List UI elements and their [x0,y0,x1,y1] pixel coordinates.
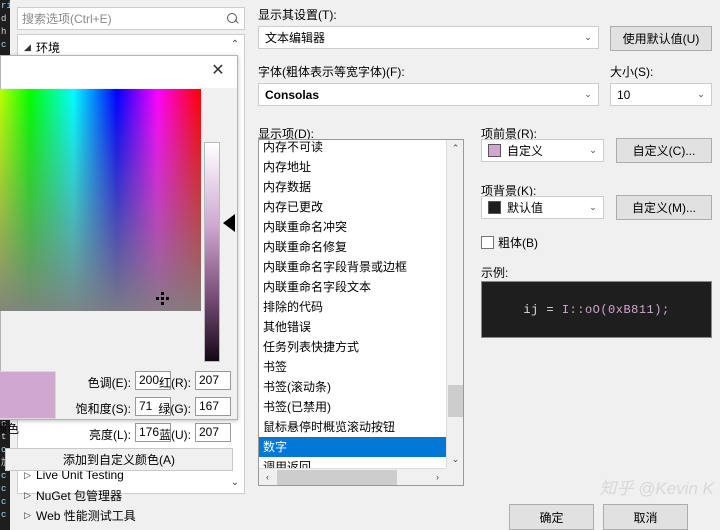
sample-code-highlight: I::oO(0xB811); [561,302,670,317]
tree-item-nuget-package-manager[interactable]: ▷ NuGet 包管理器 [18,485,244,505]
color-picker-titlebar [1,56,237,88]
foreground-color-swatch [488,144,501,157]
font-value: Consolas [265,87,320,102]
green-label: 绿(G): [158,402,191,416]
color-gradient-field[interactable] [0,89,201,311]
show-settings-label: 显示其设置(T): [258,8,337,22]
display-item-row[interactable]: 数字 [259,437,446,457]
cancel-button[interactable]: 取消 [603,504,688,530]
close-icon[interactable]: ✕ [207,61,229,83]
expander-icon: ▷ [24,509,31,520]
display-item-row[interactable]: 内联重命名字段文本 [259,277,446,297]
display-item-row[interactable]: 排除的代码 [259,297,446,317]
sample-preview: ij = I::oO(0xB811); [481,281,712,338]
display-item-row[interactable]: 内联重命名字段背景或边框 [259,257,446,277]
bold-checkbox-row[interactable]: 粗体(B) [481,234,538,251]
font-combo[interactable]: Consolas ⌄ [258,83,599,106]
sample-label: 示例: [481,266,509,280]
display-items-vertical-scrollbar[interactable]: ⌃ ⌄ [446,140,463,468]
blue-label: 蓝(U): [159,428,191,442]
green-input[interactable]: 167 [195,397,231,416]
chevron-down-icon: ⌄ [589,145,597,155]
color-partial-label: 颜色 [0,422,20,436]
size-value: 10 [617,87,631,102]
display-item-row[interactable]: 书签(已禁用) [259,397,446,417]
background-color-swatch [488,201,501,214]
ok-button[interactable]: 确定 [509,504,594,530]
display-item-row[interactable]: 内存不可读 [259,140,446,157]
expander-icon: ▷ [24,489,31,500]
tree-scroll-down-icon[interactable]: ⌄ [228,476,242,490]
chevron-down-icon: ⌄ [589,202,597,212]
red-label: 红(R): [159,376,191,390]
show-settings-value: 文本编辑器 [265,31,326,45]
bold-label: 粗体(B) [498,236,538,250]
display-items-list[interactable]: 内存不可读 内存地址 内存数据 内存已更改 内联重命名冲突 内联重命名修复 内联重命名字段背… [258,139,464,486]
tree-item-environment[interactable]: ◢ 环境 [18,37,244,57]
item-background-value: 默认值 [507,201,544,215]
bold-checkbox[interactable] [481,236,494,249]
vertical-scroll-thumb[interactable] [448,385,463,417]
color-preview-swatch [0,371,56,419]
sample-code: ij = I::oO(0xB811); [523,303,669,317]
expander-open-icon: ◢ [24,41,31,52]
item-background-combo[interactable]: 默认值 ⌄ [481,196,604,219]
display-item-row[interactable]: 其他错误 [259,317,446,337]
luminance-slider-thumb[interactable] [223,214,235,232]
add-to-custom-colors-button[interactable]: 添加到自定义颜色(A) [5,448,233,471]
display-item-row[interactable]: 任务列表快捷方式 [259,337,446,357]
item-foreground-value: 自定义 [507,144,544,158]
color-crosshair[interactable] [156,292,169,305]
display-item-row[interactable]: 鼠标悬停时概览滚动按钮 [259,417,446,437]
luminance-label: 亮度(L): [88,428,131,442]
chevron-down-icon: ⌄ [584,89,592,99]
horizontal-scroll-thumb[interactable] [277,470,397,485]
hue-label: 色调(E): [87,376,131,390]
tree-scroll-up-icon[interactable]: ⌃ [228,38,242,52]
scroll-down-icon[interactable]: ⌄ [447,451,463,468]
custom-background-button[interactable]: 自定义(M)... [616,195,712,220]
color-picker-dialog: ✕ 颜色 色调(E): 200 饱和度(S): 71 亮度(L): 176 红(… [0,55,238,471]
options-dialog: 搜索选项(Ctrl+E) ◢ 环境 ⌃ ▷ 性能工具 ▷ Live Unit T… [0,0,720,530]
tree-item-label: 环境 [36,40,61,55]
use-defaults-button[interactable]: 使用默认值(U) [610,26,712,51]
search-input[interactable]: 搜索选项(Ctrl+E) [17,7,245,30]
display-item-row[interactable]: 内存地址 [259,157,446,177]
custom-foreground-button[interactable]: 自定义(C)... [616,138,712,163]
display-item-row[interactable]: 内存已更改 [259,197,446,217]
display-items-inner: 内存不可读 内存地址 内存数据 内存已更改 内联重命名冲突 内联重命名修复 内联重命名字段背… [259,140,446,485]
display-item-row[interactable]: 内联重命名修复 [259,237,446,257]
chevron-down-icon: ⌄ [697,89,705,99]
display-item-row[interactable]: 内存数据 [259,177,446,197]
screen-root: ri d h c c t c 加 c c c c 搜索选项(Ctrl+E) ◢ … [0,0,720,530]
watermark: 知乎 @Kevin K [599,479,714,498]
chevron-down-icon: ⌄ [584,32,592,42]
search-placeholder: 搜索选项(Ctrl+E) [22,12,112,26]
display-items-horizontal-scrollbar[interactable]: ‹ › [259,468,446,485]
size-label: 大小(S): [610,65,654,79]
search-icon [226,12,240,26]
sample-code-default: ij = [523,302,562,317]
fonts-and-colors-panel: 显示其设置(T): 文本编辑器 ⌄ 使用默认值(U) 字体(粗体表示等宽字体)(… [253,0,720,530]
show-settings-combo[interactable]: 文本编辑器 ⌄ [258,26,599,49]
tree-item-web-performance-test-tools[interactable]: ▷ Web 性能测试工具 [18,505,244,525]
display-item-row[interactable]: 书签 [259,357,446,377]
blue-input[interactable]: 207 [195,423,231,442]
font-label: 字体(粗体表示等宽字体)(F): [258,65,405,79]
item-foreground-combo[interactable]: 自定义 ⌄ [481,139,604,162]
display-item-row[interactable]: 书签(滚动条) [259,377,446,397]
scroll-up-icon[interactable]: ⌃ [447,140,463,157]
tree-item-label: NuGet 包管理器 [36,488,123,503]
tree-item-label: Web 性能测试工具 [36,508,136,523]
expander-icon: ▷ [24,469,31,480]
scroll-right-icon[interactable]: › [429,469,446,485]
display-item-row[interactable]: 内联重命名冲突 [259,217,446,237]
size-combo[interactable]: 10 ⌄ [610,83,712,106]
scrollbar-corner [446,468,463,485]
saturation-label: 饱和度(S): [75,402,131,416]
red-input[interactable]: 207 [195,371,231,390]
luminance-slider[interactable] [204,142,220,362]
scroll-left-icon[interactable]: ‹ [259,469,276,485]
